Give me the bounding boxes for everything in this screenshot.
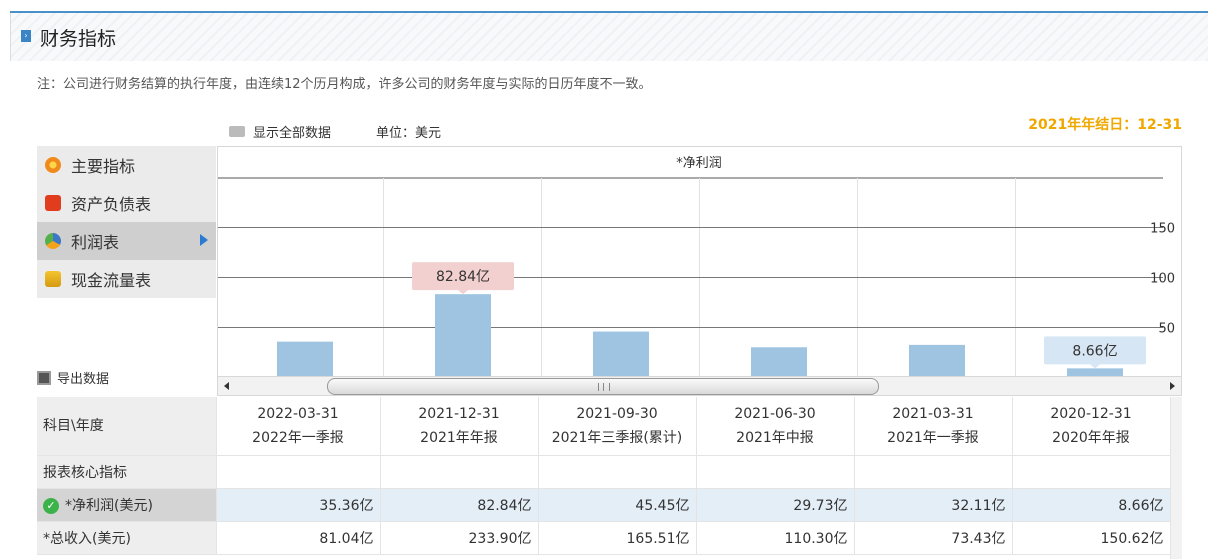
column-report: 2020年年报 <box>1052 429 1130 446</box>
column-header[interactable]: 2022-03-31 2022年一季报 <box>216 397 381 456</box>
bar <box>909 344 965 377</box>
scroll-right-icon[interactable] <box>1170 382 1175 390</box>
bar <box>751 347 807 377</box>
tooltip-pointer <box>458 290 468 295</box>
tooltip-pointer <box>1090 364 1100 369</box>
table-cell: 110.30亿 <box>696 521 855 555</box>
tooltip-label: 8.66亿 <box>1072 343 1117 359</box>
panel-title: 财务指标 <box>40 28 117 50</box>
flower-icon <box>45 157 61 173</box>
table-cell: 165.51亿 <box>538 521 697 555</box>
y-tick-label: 150 <box>1150 222 1175 237</box>
scroll-left-icon[interactable] <box>224 382 229 390</box>
row-label: *总收入(美元) <box>37 521 217 555</box>
export-label: 导出数据 <box>57 372 110 387</box>
corner-cell: 科目\年度 <box>37 397 217 456</box>
column-header[interactable]: 2021-06-30 2021年中报 <box>696 397 855 456</box>
nav-item-label: 资产负债表 <box>71 195 152 214</box>
table-right-strip <box>1170 397 1182 559</box>
table-cell: 45.45亿 <box>538 488 697 522</box>
column-report: 2021年年报 <box>420 429 498 446</box>
table-cell: 233.90亿 <box>380 521 539 555</box>
table-row-net-profit[interactable]: ✓ *净利润(美元) 35.36亿 82.84亿 45.45亿 29.73亿 32… <box>37 488 1171 522</box>
table-cell: 8.66亿 <box>1012 488 1171 522</box>
table-cell: 35.36亿 <box>216 488 381 522</box>
section-label: 报表核心指标 <box>37 455 217 489</box>
column-header[interactable]: 2021-09-30 2021年三季报(累计) <box>538 397 697 456</box>
chart-scrollbar[interactable] <box>217 376 1182 396</box>
nav-item-balance-sheet[interactable]: 资产负债表 <box>37 184 216 222</box>
column-date: 2020-12-31 <box>1050 405 1132 422</box>
nav-item-label: 现金流量表 <box>71 271 152 290</box>
nav-item-income-statement[interactable]: 利润表 <box>37 222 216 260</box>
document-icon <box>45 195 61 211</box>
table-row-total-revenue[interactable]: *总收入(美元) 81.04亿 233.90亿 165.51亿 110.30亿 … <box>37 521 1171 555</box>
active-arrow-icon <box>200 234 208 246</box>
scroll-thumb[interactable] <box>327 378 879 395</box>
chart-title: *净利润 <box>676 156 722 171</box>
table-cell: 32.11亿 <box>854 488 1013 522</box>
bar <box>593 331 649 377</box>
nav-item-main-indicators[interactable]: 主要指标 <box>37 146 216 184</box>
column-header[interactable]: 2021-12-31 2021年年报 <box>380 397 539 456</box>
column-report: 2021年三季报(累计) <box>551 429 683 446</box>
show-all-label: 显示全部数据 <box>253 126 332 141</box>
section-row: 报表核心指标 <box>37 455 1171 489</box>
coins-icon <box>45 271 61 287</box>
column-date: 2022-03-31 <box>257 405 339 422</box>
tooltip-label: 82.84亿 <box>436 269 490 285</box>
column-report: 2022年一季报 <box>252 429 344 446</box>
column-report: 2021年一季报 <box>887 429 979 446</box>
nav-item-cash-flow[interactable]: 现金流量表 <box>37 260 216 298</box>
table-header-row: 科目\年度 2022-03-31 2022年一季报 2021-12-31 2021年… <box>37 397 1171 456</box>
bar <box>435 294 491 377</box>
grip-icon <box>598 383 610 391</box>
table-cell: 29.73亿 <box>696 488 855 522</box>
comment-icon <box>229 126 245 137</box>
check-icon: ✓ <box>43 497 59 514</box>
y-tick-label: 100 <box>1150 272 1175 287</box>
bar <box>277 341 333 377</box>
nav-item-label: 主要指标 <box>71 157 136 176</box>
pie-icon <box>45 233 61 249</box>
panel-header: › 财务指标 <box>10 13 1208 61</box>
statement-nav: 主要指标 资产负债表 利润表 现金流量表 <box>37 146 216 298</box>
column-header[interactable]: 2021-03-31 2021年一季报 <box>854 397 1013 456</box>
y-tick-label: 50 <box>1158 322 1175 337</box>
table-cell: 73.43亿 <box>854 521 1013 555</box>
column-report: 2021年中报 <box>736 429 814 446</box>
net-profit-chart: *净利润 50 100 150 82.84亿 8.66亿 <box>217 146 1182 377</box>
collapse-icon[interactable]: › <box>21 30 31 42</box>
table-cell: 81.04亿 <box>216 521 381 555</box>
financial-table: 科目\年度 2022-03-31 2022年一季报 2021-12-31 2021年… <box>37 397 1171 555</box>
export-data-button[interactable]: 导出数据 <box>37 368 109 387</box>
row-label-cell: ✓ *净利润(美元) <box>37 488 217 522</box>
fiscal-note: 注：公司进行财务结算的执行年度，由连续12个历月构成，许多公司的财务年度与实际的… <box>37 77 652 92</box>
column-date: 2021-06-30 <box>734 405 816 422</box>
chart-canvas: *净利润 50 100 150 82.84亿 8.66亿 <box>218 156 1175 377</box>
column-date: 2021-12-31 <box>418 405 500 422</box>
row-label: *净利润(美元) <box>65 497 153 514</box>
column-date: 2021-03-31 <box>892 405 974 422</box>
show-all-toggle[interactable]: 显示全部数据 <box>229 122 331 141</box>
unit-label: 单位：美元 <box>376 126 442 141</box>
table-cell: 150.62亿 <box>1012 521 1171 555</box>
column-date: 2021-09-30 <box>576 405 658 422</box>
table-cell: 82.84亿 <box>380 488 539 522</box>
fiscal-year-end: 2021年年结日：12-31 <box>1028 117 1182 133</box>
export-icon <box>37 370 51 385</box>
column-header[interactable]: 2020-12-31 2020年年报 <box>1012 397 1171 456</box>
nav-item-label: 利润表 <box>71 233 120 252</box>
